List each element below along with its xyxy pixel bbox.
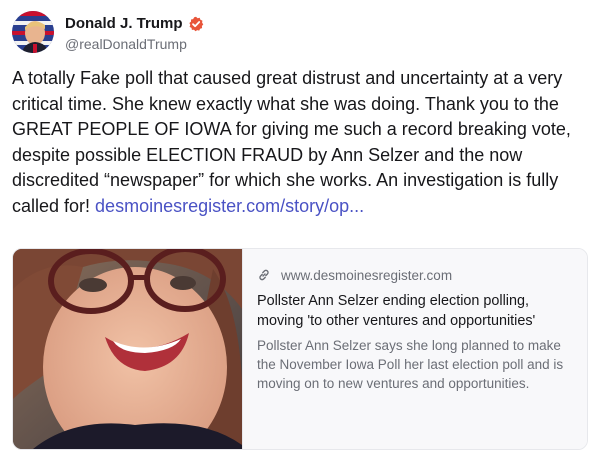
card-title: Pollster Ann Selzer ending election poll… [257,293,536,329]
card-body[interactable]: www.desmoinesregister.com Pollster Ann S… [242,249,587,449]
display-name[interactable]: Donald J. Trump [65,15,183,32]
avatar[interactable] [12,11,54,53]
card-domain-row: www.desmoinesregister.com [257,266,573,284]
author-info: Donald J. Trump @realDonaldTrump [65,13,204,52]
post-link[interactable]: desmoinesregister.com/story/op... [95,196,364,216]
author-handle[interactable]: @realDonaldTrump [65,36,204,52]
link-preview-card[interactable]: www.desmoinesregister.com Pollster Ann S… [12,248,588,450]
post-text: A totally Fake poll that caused great di… [12,68,571,216]
card-domain: www.desmoinesregister.com [281,267,453,283]
author-name-row: Donald J. Trump [65,13,204,35]
card-description: Pollster Ann Selzer says she long planne… [257,338,564,391]
post-body: A totally Fake poll that caused great di… [12,66,588,220]
card-thumbnail-image[interactable] [13,249,242,449]
post-header: Donald J. Trump @realDonaldTrump [12,11,204,53]
link-icon [257,268,271,282]
verified-badge-icon [188,16,204,32]
